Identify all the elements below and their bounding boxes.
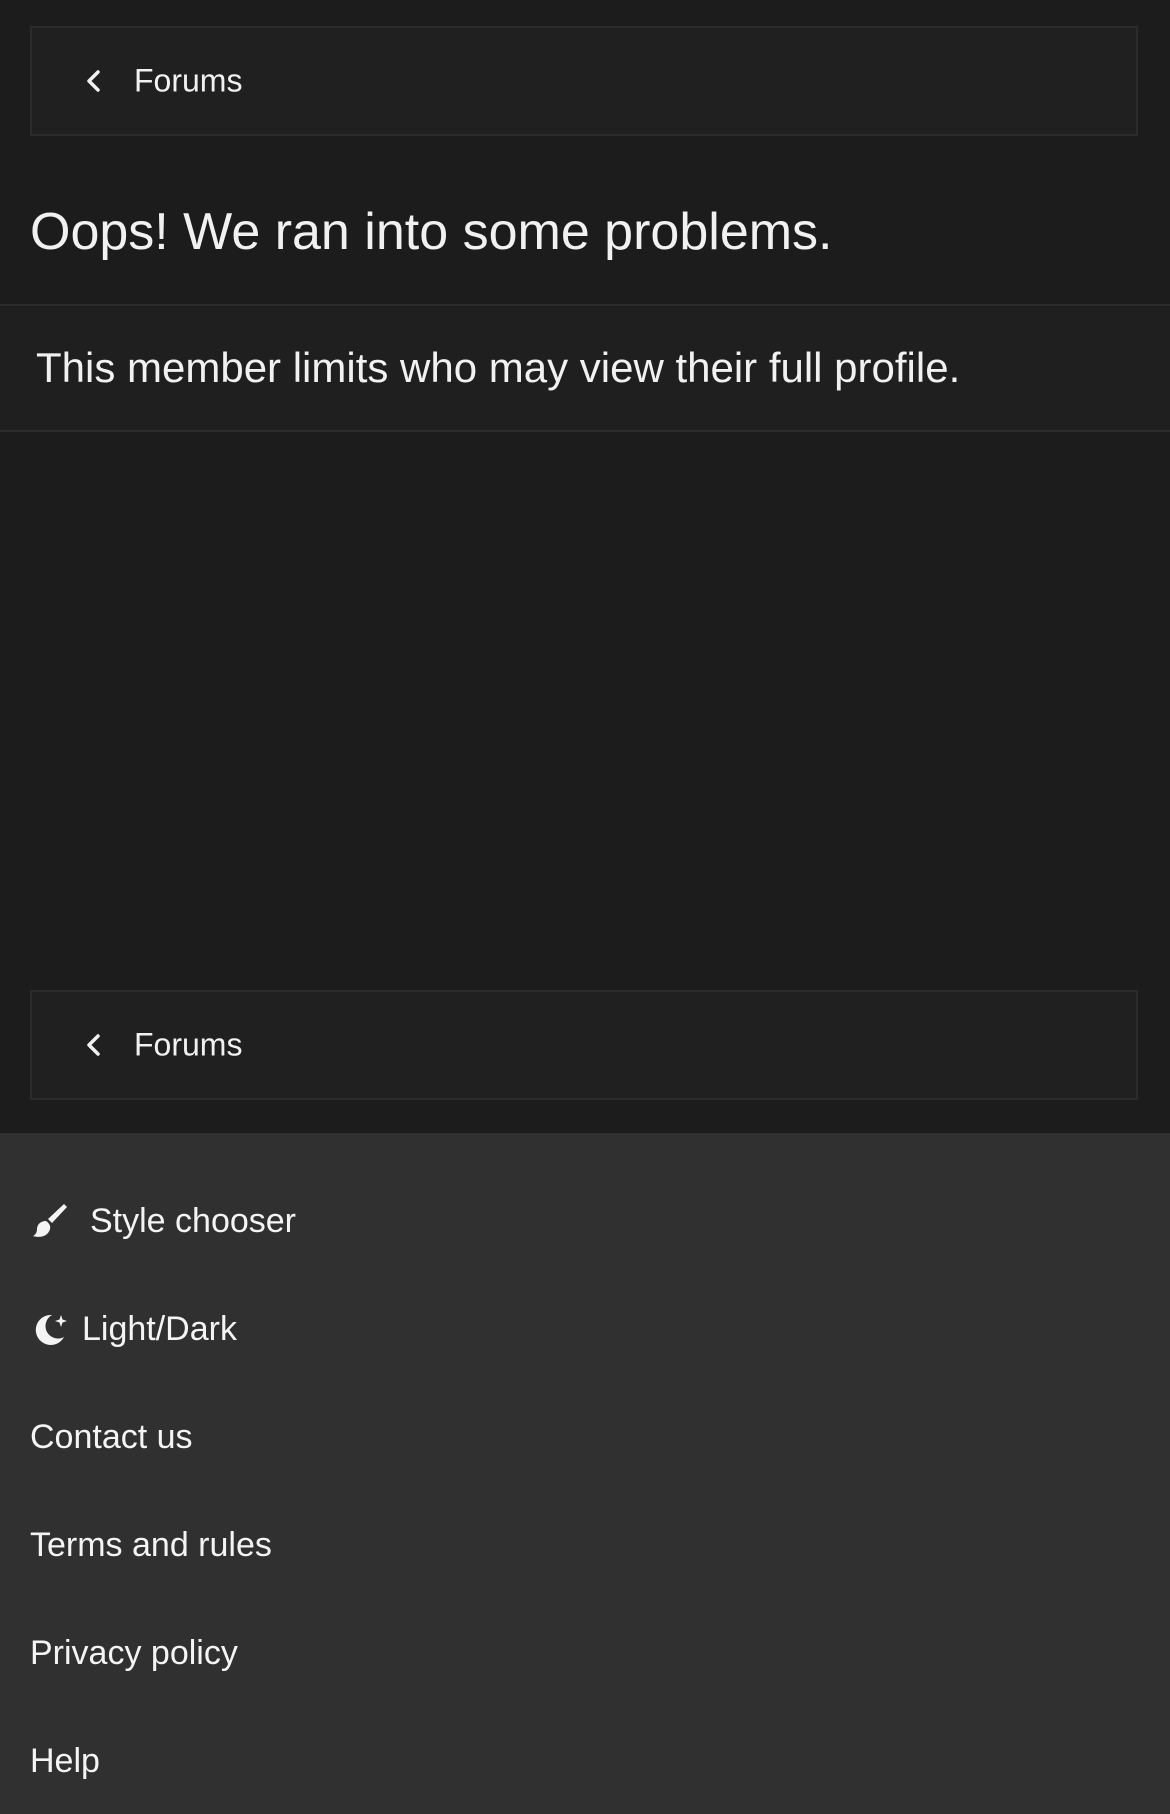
paintbrush-icon: [33, 1204, 67, 1237]
error-message: This member limits who may view their fu…: [36, 344, 961, 391]
help-label: Help: [30, 1741, 100, 1780]
breadcrumb-label: Forums: [134, 1026, 243, 1063]
breadcrumb-label: Forums: [134, 62, 243, 99]
style-chooser-label: Style chooser: [90, 1201, 296, 1240]
terms-label: Terms and rules: [30, 1525, 272, 1564]
privacy-policy-link[interactable]: Privacy policy: [30, 1623, 238, 1683]
terms-link[interactable]: Terms and rules: [30, 1515, 272, 1575]
page-title: Oops! We ran into some problems.: [30, 203, 833, 261]
chevron-left-icon: [87, 70, 100, 92]
chevron-left-icon: [87, 1034, 100, 1056]
contact-us-link[interactable]: Contact us: [30, 1407, 193, 1467]
main-content: Forums Oops! We ran into some problems. …: [0, 0, 1170, 1133]
help-link[interactable]: Help: [30, 1731, 100, 1791]
contact-us-label: Contact us: [30, 1417, 193, 1456]
moon-sparkle-icon: [35, 1314, 67, 1345]
style-chooser-link[interactable]: Style chooser: [30, 1191, 296, 1251]
breadcrumb-forums-bottom[interactable]: Forums: [30, 990, 1138, 1100]
light-dark-toggle[interactable]: Light/Dark: [30, 1299, 237, 1359]
light-dark-label: Light/Dark: [82, 1309, 237, 1348]
footer: Style chooser Light/Dark Contact us Term…: [0, 1133, 1170, 1814]
divider: [0, 430, 1170, 432]
breadcrumb-forums-top[interactable]: Forums: [30, 26, 1138, 136]
divider: [0, 304, 1170, 306]
privacy-policy-label: Privacy policy: [30, 1633, 238, 1672]
